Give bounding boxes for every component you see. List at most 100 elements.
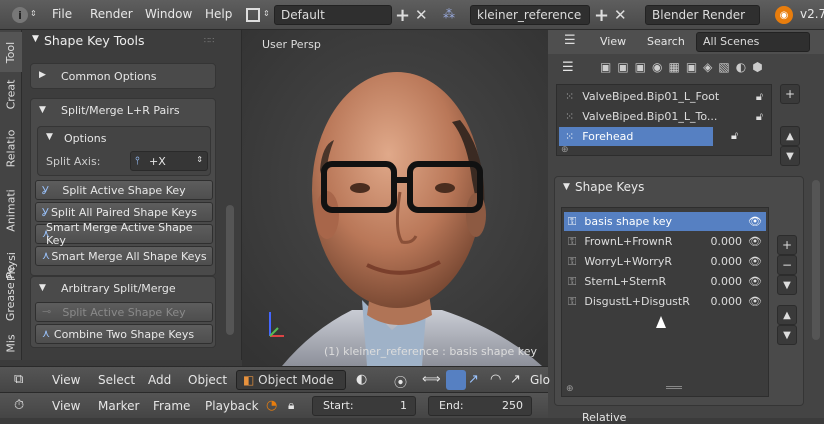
tab-relations[interactable]: Relatio — [0, 118, 22, 178]
collapse-arrow-icon[interactable]: ▼ — [39, 283, 46, 293]
shape-key-value[interactable]: 0.000 — [711, 235, 743, 248]
shape-key-row[interactable]: ⚿ basis shape key 👁︎ — [564, 212, 766, 231]
move-shape-key-up-button[interactable]: ▲ — [777, 305, 797, 325]
common-options-panel[interactable]: ▶ Common Options — [30, 63, 216, 89]
close-layout-icon[interactable]: ✕ — [415, 6, 428, 24]
start-frame-field[interactable]: Start: 1 — [312, 396, 416, 416]
manipulator-icon[interactable]: ⟺ — [422, 372, 441, 387]
visibility-eye-icon[interactable]: 👁︎ — [748, 275, 762, 288]
split-all-paired-button[interactable]: Ỿ Split All Paired Shape Keys — [35, 202, 213, 222]
global-dropdown[interactable]: Glo — [530, 373, 550, 387]
add-icon[interactable]: ⊕ — [566, 384, 574, 394]
visibility-eye-icon[interactable]: 👁︎ — [748, 295, 762, 308]
visibility-eye-icon[interactable]: 👁︎ — [748, 255, 762, 268]
menu-view[interactable]: View — [52, 373, 80, 387]
shape-key-row[interactable]: ⚿ WorryL+WorryR 0.000 👁︎ — [564, 252, 766, 271]
add-vertex-group-button[interactable]: + — [780, 84, 800, 104]
record-icon[interactable]: ◔ — [266, 398, 277, 413]
shape-key-specials-button[interactable]: ▼ — [777, 275, 797, 295]
tab-grease-pencil[interactable]: Grease Pe — [0, 262, 22, 324]
add-scene-icon[interactable]: + — [594, 5, 609, 26]
shape-key-value[interactable]: 0.000 — [711, 275, 743, 288]
move-shape-key-down-button[interactable]: ▼ — [777, 325, 797, 345]
tab-misc[interactable]: Mis — [0, 330, 22, 356]
collapse-arrow-icon[interactable]: ▼ — [39, 105, 46, 115]
shape-key-row[interactable]: ⚿ FrownL+FrownR 0.000 👁︎ — [564, 232, 766, 251]
render-engine-dropdown[interactable]: Blender Render — [645, 5, 760, 25]
scene-icon[interactable]: ⁂ — [443, 7, 455, 21]
list-item[interactable]: ⁙ ValveBiped.Bip01_L_Foot 🔓︎ — [557, 87, 771, 106]
3d-viewport[interactable]: User Persp (1) kleiner_reference : basis… — [242, 30, 548, 366]
tab-animation[interactable]: Animati — [0, 180, 22, 240]
properties-scrollbar[interactable] — [812, 180, 820, 340]
shape-key-value[interactable]: 0.000 — [711, 255, 743, 268]
list-item[interactable]: ⁙ ValveBiped.Bip01_L_To... 🔓︎ — [557, 107, 771, 126]
arbitrary-split-button[interactable]: ⊸ Split Active Shape Key — [35, 302, 213, 322]
info-editor-icon[interactable]: i — [12, 7, 28, 23]
outliner-search-menu[interactable]: Search — [647, 35, 685, 48]
menu-frame[interactable]: Frame — [153, 399, 190, 413]
panel-scrollbar[interactable] — [226, 205, 234, 335]
lock-icon[interactable]: 🔓︎ — [731, 129, 738, 143]
remove-shape-key-button[interactable]: − — [777, 255, 797, 275]
outliner-icon[interactable]: ☰ — [564, 33, 576, 48]
rotate-icon[interactable]: ↗ — [468, 372, 479, 387]
chevron-icon[interactable]: ⇕ — [263, 9, 270, 18]
menu-playback[interactable]: Playback — [205, 399, 259, 413]
add-icon[interactable]: ⊕ — [561, 145, 569, 155]
outliner-view-menu[interactable]: View — [600, 35, 626, 48]
timeline-icon[interactable]: ⏱ — [14, 398, 24, 413]
transform-orientation-icon[interactable]: ↗ — [510, 372, 521, 387]
property-context-icons[interactable]: ▣▣▣◉▦▣◈▧◐⬢ — [600, 60, 769, 74]
menu-object[interactable]: Object — [188, 373, 227, 387]
menu-help[interactable]: Help — [205, 7, 232, 21]
collapse-arrow-icon[interactable]: ▼ — [563, 182, 570, 192]
shape-key-row[interactable]: ⚿ DisgustL+DisgustR 0.000 👁︎ — [564, 292, 766, 311]
resize-handle[interactable] — [666, 386, 682, 389]
chevron-icon[interactable]: ⇕ — [30, 9, 37, 18]
combine-two-shape-keys-button[interactable]: ⋏ Combine Two Shape Keys — [35, 324, 213, 344]
editor-type-icon[interactable]: ⧉ — [14, 372, 23, 387]
menu-select[interactable]: Select — [98, 373, 135, 387]
menu-marker[interactable]: Marker — [98, 399, 139, 413]
scenes-dropdown[interactable]: All Scenes — [696, 32, 810, 52]
visibility-eye-icon[interactable]: 👁︎ — [748, 215, 762, 228]
scene-dropdown[interactable]: kleiner_reference — [470, 5, 590, 25]
lock-icon[interactable]: 🔒︎ — [288, 398, 294, 413]
menu-view[interactable]: View — [52, 399, 80, 413]
mode-dropdown[interactable]: ◧ Object Mode — [236, 370, 346, 390]
shape-key-value[interactable]: 0.000 — [711, 295, 743, 308]
end-frame-field[interactable]: End: 250 — [428, 396, 532, 416]
shape-key-row[interactable]: ⚿ SternL+SternR 0.000 👁︎ — [564, 272, 766, 291]
add-shape-key-button[interactable]: + — [777, 235, 797, 255]
move-up-button[interactable]: ▲ — [780, 126, 800, 146]
expand-arrow-icon[interactable]: ▶ — [39, 70, 46, 80]
pivot-icon[interactable]: ⦿ — [394, 372, 407, 391]
tab-create[interactable]: Creat — [0, 74, 22, 114]
visibility-eye-icon[interactable]: 👁︎ — [748, 235, 762, 248]
shading-icon[interactable]: ◐ — [356, 372, 367, 387]
move-down-button[interactable]: ▼ — [780, 146, 800, 166]
drag-handle-icon[interactable]: ∷∷ — [204, 36, 214, 45]
close-scene-icon[interactable]: ✕ — [614, 6, 627, 24]
lock-icon[interactable]: 🔓︎ — [756, 90, 763, 104]
add-layout-icon[interactable]: + — [395, 5, 410, 26]
tab-tool[interactable]: Tool — [0, 32, 22, 72]
scale-icon[interactable]: ◠ — [490, 372, 501, 387]
smart-merge-all-button[interactable]: ⋏ Smart Merge All Shape Keys — [35, 246, 213, 266]
collapse-arrow-icon[interactable]: ▼ — [32, 34, 39, 44]
menu-render[interactable]: Render — [90, 7, 133, 21]
collapse-arrow-icon[interactable]: ▼ — [46, 132, 53, 142]
layout-dropdown[interactable]: Default — [274, 5, 392, 25]
list-item-selected[interactable]: ⁙ Forehead — [559, 127, 713, 146]
menu-window[interactable]: Window — [145, 7, 192, 21]
menu-add[interactable]: Add — [148, 373, 171, 387]
menu-file[interactable]: File — [52, 7, 72, 21]
smart-merge-active-button[interactable]: ⋏ Smart Merge Active Shape Key — [35, 221, 213, 247]
lock-icon[interactable]: 🔓︎ — [756, 110, 763, 124]
properties-icon[interactable]: ☰ — [562, 60, 574, 75]
split-axis-dropdown[interactable]: ⫯ +X ⇕ — [130, 151, 208, 171]
layout-icon[interactable] — [246, 8, 260, 22]
translate-manipulator-button[interactable] — [446, 370, 466, 390]
split-active-shape-key-button[interactable]: Ỿ Split Active Shape Key — [35, 180, 213, 200]
